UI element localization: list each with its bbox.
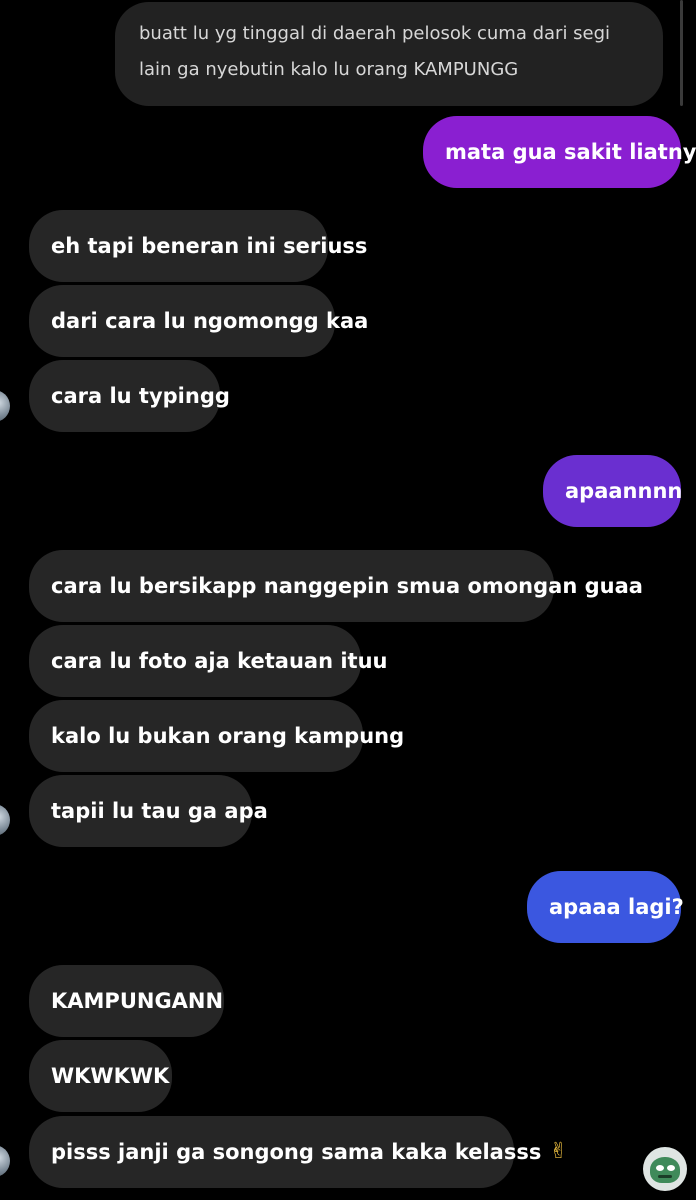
message-text: cara lu foto aja ketauan ituu (51, 649, 388, 673)
message-text: kalo lu bukan orang kampung (51, 724, 405, 748)
contact-avatar-icon[interactable] (0, 804, 10, 836)
scrollbar[interactable] (680, 0, 683, 106)
message-text: mata gua sakit liatnya (445, 140, 696, 164)
message-text: WKWKWK (51, 1064, 170, 1088)
message-text: KAMPUNGANN (51, 989, 224, 1013)
received-message-bubble[interactable]: KAMPUNGANN (29, 965, 224, 1037)
received-message-bubble[interactable]: dari cara lu ngomongg kaa (29, 285, 368, 357)
message-text: apaaa lagi? (549, 895, 684, 919)
frog-mouth (658, 1175, 672, 1178)
received-message-bubble[interactable]: pisss janji ga songong sama kaka kelasss… (29, 1116, 568, 1188)
received-message-bubble[interactable]: cara lu typingg (29, 360, 230, 432)
message-text: eh tapi beneran ini seriuss (51, 234, 368, 258)
contact-avatar-icon[interactable] (0, 1145, 10, 1177)
frog-eye-right (667, 1165, 675, 1171)
message-text: apaannnn (565, 479, 683, 503)
chat-thread: buatt lu yg tinggal di daerah pelosok cu… (0, 0, 696, 1200)
received-message-bubble[interactable]: cara lu bersikapp nanggepin smua omongan… (29, 550, 643, 622)
quoted-message-bubble[interactable]: buatt lu yg tinggal di daerah pelosok cu… (115, 2, 663, 106)
frog-eye-left (656, 1165, 664, 1171)
sent-message-bubble[interactable]: apaannnn (543, 455, 683, 527)
victory-hand-icon: ✌ (549, 1139, 568, 1164)
message-text: dari cara lu ngomongg kaa (51, 309, 369, 333)
message-text: cara lu bersikapp nanggepin smua omongan… (51, 574, 643, 598)
received-message-bubble[interactable]: WKWKWK (29, 1040, 172, 1112)
received-message-bubble[interactable]: kalo lu bukan orang kampung (29, 700, 404, 772)
frog-avatar-icon[interactable] (643, 1147, 687, 1191)
sent-message-bubble[interactable]: apaaa lagi? (527, 871, 684, 943)
received-message-bubble[interactable]: tapii lu tau ga apa (29, 775, 268, 847)
quoted-message-text: buatt lu yg tinggal di daerah pelosok cu… (139, 23, 611, 80)
contact-avatar-icon[interactable] (0, 390, 10, 422)
sent-message-bubble[interactable]: mata gua sakit liatnya (423, 116, 696, 188)
message-text: tapii lu tau ga apa (51, 799, 268, 823)
frog-head-shape (650, 1157, 680, 1183)
received-message-bubble[interactable]: eh tapi beneran ini seriuss (29, 210, 367, 282)
message-text: cara lu typingg (51, 384, 230, 408)
message-text: pisss janji ga songong sama kaka kelasss (51, 1140, 542, 1164)
received-message-bubble[interactable]: cara lu foto aja ketauan ituu (29, 625, 387, 697)
